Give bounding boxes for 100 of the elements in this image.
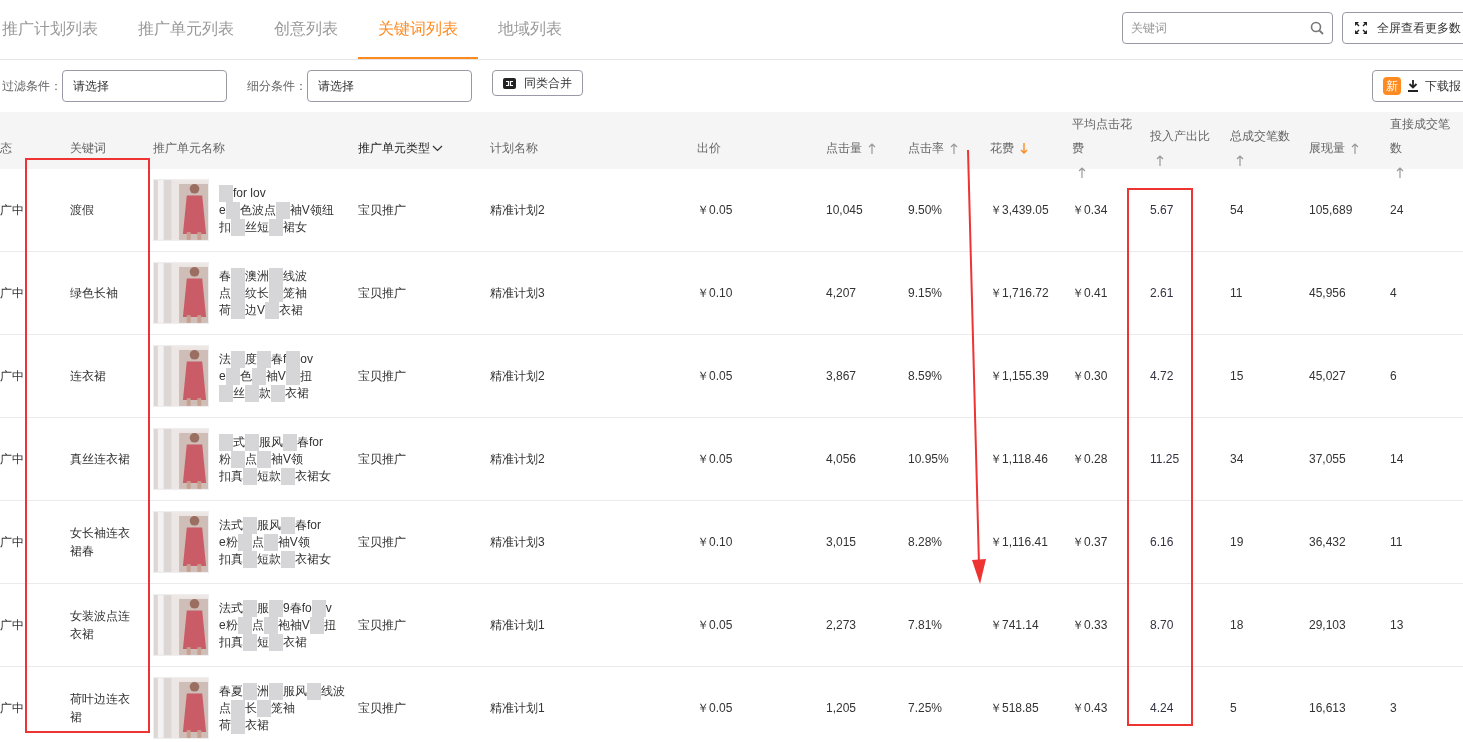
table-cell-text: 3,867	[826, 368, 857, 385]
table-cell-text: 8.70	[1150, 617, 1174, 634]
redaction-block	[265, 301, 279, 319]
table-cell-text: ￥1,116.41	[990, 534, 1048, 551]
unit-name-text: 洲	[257, 683, 269, 700]
table-cell-text: ￥0.05	[697, 451, 733, 468]
unit-name-text: e	[219, 202, 226, 219]
table-cell-text: ￥0.05	[697, 202, 733, 219]
select-field[interactable]: 请选择	[307, 70, 472, 102]
column-header[interactable]: 投入产出比	[1150, 124, 1210, 148]
download-button[interactable]: 新 下载报	[1372, 70, 1463, 102]
redaction-block	[269, 682, 283, 700]
table-cell-text: 渡假	[70, 202, 94, 219]
redaction-block	[283, 433, 297, 451]
redaction-block	[231, 350, 245, 368]
search-field[interactable]: 关键词	[1122, 12, 1333, 44]
unit-name-text: 裙女	[283, 219, 307, 236]
table-cell-text: ￥1,118.46	[990, 451, 1048, 468]
redaction-block	[243, 516, 257, 534]
redaction-block	[251, 367, 266, 385]
redaction-block	[309, 616, 324, 634]
unit-name-text: 丝短	[245, 219, 269, 236]
tab[interactable]: 推广单元列表	[118, 0, 254, 59]
table-cell-text: 精准计划2	[490, 202, 545, 219]
unit-name-text: 澳洲	[245, 268, 269, 285]
column-header[interactable]: 花费	[990, 136, 1014, 160]
column-header[interactable]: 点击率	[908, 136, 944, 160]
redaction-block	[245, 384, 259, 402]
redaction-block	[225, 367, 240, 385]
table-cell-text: 7.25%	[908, 700, 943, 717]
redaction-block	[219, 384, 233, 402]
redaction-block	[243, 550, 257, 568]
column-header[interactable]: 推广单元类型	[358, 136, 430, 160]
unit-name-text: 衣裙	[245, 717, 269, 734]
table-cell-text: 5.67	[1150, 202, 1174, 219]
table-cell-text: ￥0.41	[1072, 285, 1108, 302]
unit-name-text: e粉	[219, 534, 238, 551]
table-cell-text: ￥0.34	[1072, 202, 1108, 219]
tab[interactable]: 推广计划列表	[0, 0, 118, 59]
search-input[interactable]: 关键词	[1131, 19, 1310, 37]
tab[interactable]: 地域列表	[478, 0, 582, 59]
unit-name-text: 荷	[219, 717, 231, 734]
redaction-block	[263, 533, 278, 551]
select-field[interactable]: 请选择	[62, 70, 227, 102]
table-cell-text: ￥0.05	[697, 700, 733, 717]
table-cell-text: ￥3,439.05	[990, 202, 1049, 219]
table-cell-text: 精准计划1	[490, 617, 545, 634]
column-header[interactable]: 总成交笔数	[1230, 124, 1290, 148]
unit-name-text: 丝	[233, 385, 245, 402]
unit-name-text: ov	[300, 351, 314, 368]
table-cell-text: 9.50%	[908, 202, 943, 219]
merge-button[interactable]: 同类合并	[492, 70, 583, 96]
redaction-block	[231, 450, 245, 468]
table-cell-text: 2,273	[826, 617, 857, 634]
column-header[interactable]: 直接成交笔数	[1390, 112, 1452, 160]
unit-name-text: 色	[239, 368, 252, 385]
column-header: 关键词	[70, 140, 106, 157]
unit-name-text: 衣裙	[285, 385, 309, 402]
download-icon	[1407, 80, 1419, 92]
unit-name-text: 扭	[299, 368, 312, 385]
table-cell-text: ￥1,155.39	[990, 368, 1049, 385]
table-cell-text: 8.28%	[908, 534, 943, 551]
table-cell-text: 4.24	[1150, 700, 1174, 717]
column-header: 出价	[697, 140, 721, 157]
unit-name-text: 服风	[259, 434, 283, 451]
expand-icon	[1355, 22, 1367, 34]
table-cell-text: 37,055	[1309, 451, 1346, 468]
table-cell-text: 宝贝推广	[358, 617, 406, 634]
new-badge: 新	[1383, 77, 1401, 95]
table-cell-text: 36,432	[1309, 534, 1346, 551]
table-cell-text: 24	[1390, 202, 1404, 219]
column-header[interactable]: 展现量	[1309, 136, 1345, 160]
unit-name-text: 袍袖V	[277, 617, 310, 634]
table-cell-text: 19	[1230, 534, 1244, 551]
redaction-block	[243, 467, 257, 485]
column-header[interactable]: 点击量	[826, 136, 862, 160]
table-cell-text: 女长袖连衣裙春	[70, 525, 131, 560]
table-cell-text: 女装波点连衣裙	[70, 608, 131, 643]
table-cell-text: 11.25	[1150, 451, 1180, 468]
unit-name-text: 袖V领	[277, 534, 310, 551]
table-cell-text: ￥518.85	[990, 700, 1039, 717]
redaction-block	[281, 550, 295, 568]
table-cell-text: 广中	[0, 202, 24, 219]
unit-name-text: 扣真	[219, 634, 243, 651]
column-header[interactable]: 平均点击花费	[1072, 112, 1134, 160]
table-cell-text: 精准计划3	[490, 285, 545, 302]
redaction-block	[281, 516, 295, 534]
table-cell-text: 1,205	[826, 700, 857, 717]
unit-name-text: 法	[219, 351, 231, 368]
search-icon	[1310, 21, 1324, 35]
redaction-block	[257, 350, 271, 368]
table-cell-text: 34	[1230, 451, 1244, 468]
fullscreen-button[interactable]: 全屏查看更多数	[1342, 12, 1463, 44]
unit-name-text: 线波	[321, 683, 345, 700]
tab[interactable]: 创意列表	[254, 0, 358, 59]
redaction-block	[275, 201, 290, 219]
table-cell-text: 广中	[0, 368, 24, 385]
redaction-block	[243, 682, 257, 700]
unit-name-text: 点	[219, 700, 231, 717]
column-header: 推广单元名称	[153, 140, 225, 157]
